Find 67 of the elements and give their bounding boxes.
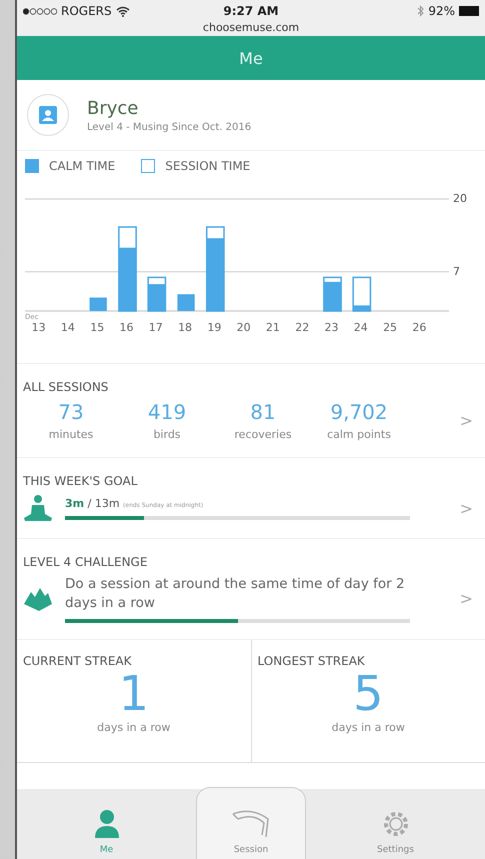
- stat-label: calm points: [327, 428, 391, 441]
- stat-value: 73: [58, 400, 84, 424]
- chevron-button[interactable]: >: [454, 498, 479, 518]
- stat-value: 419: [148, 400, 186, 424]
- wifi-icon: [116, 6, 130, 16]
- carrier: ROGERS: [61, 4, 112, 18]
- tab[interactable]: Settings: [306, 795, 485, 859]
- mountain-icon: [23, 586, 53, 612]
- x-tick-label: 14: [60, 321, 75, 334]
- x-tick-label: 16: [120, 321, 134, 334]
- x-tick-label: 17: [148, 321, 163, 334]
- stat-value: 81: [250, 400, 276, 424]
- chevron-button[interactable]: >: [454, 411, 479, 430]
- calm-bar: [90, 298, 107, 311]
- user-level: Level 4 - Musing Since Oct. 2016: [87, 122, 252, 132]
- headband-icon: [230, 809, 272, 839]
- battery-percent: 92%: [428, 4, 455, 18]
- avatar-icon: [27, 94, 69, 136]
- meditation-icon: [23, 494, 53, 522]
- x-tick-label: 21: [266, 321, 280, 334]
- x-tick-label: 24: [354, 321, 368, 334]
- person-icon: [94, 809, 120, 839]
- session-bar: [352, 276, 372, 312]
- streak-label: days in a row: [332, 720, 405, 734]
- x-tick-label: 19: [207, 321, 222, 334]
- calm-bar: [177, 294, 195, 311]
- legend-label: SESSION TIME: [165, 159, 250, 173]
- x-tick-label: 25: [383, 321, 398, 334]
- stat-label: birds: [153, 428, 181, 441]
- tab[interactable]: Me: [17, 795, 196, 859]
- status-time: 9:27 AM: [223, 4, 279, 18]
- streak-value: 5: [352, 668, 384, 721]
- challenge-text: Do a session at around the same time of day for 2 days in a row: [65, 575, 406, 613]
- x-tick-label: 13: [32, 321, 46, 334]
- section-title: LEVEL 4 CHALLENGE: [23, 555, 148, 569]
- streak-title: CURRENT STREAK: [23, 654, 132, 668]
- streak-label: days in a row: [97, 720, 170, 734]
- stat-label: recoveries: [234, 428, 292, 441]
- url-text: choosemuse.com: [202, 21, 300, 34]
- section-title: THIS WEEK'S GOAL: [23, 474, 138, 488]
- legend-label: CALM TIME: [49, 159, 116, 173]
- tab[interactable]: Session: [196, 787, 306, 859]
- page-title: Me: [239, 48, 263, 68]
- session-bar: [147, 276, 166, 312]
- x-tick-label: 15: [90, 321, 104, 334]
- x-tick-label: 23: [324, 321, 338, 334]
- streak-title: LONGEST STREAK: [258, 654, 365, 668]
- battery-icon: [458, 6, 479, 16]
- stat-value: 9,702: [330, 400, 388, 424]
- x-tick-label: 18: [178, 321, 192, 334]
- section-title: ALL SESSIONS: [23, 380, 110, 394]
- x-tick-label: 26: [412, 321, 426, 334]
- signal-icon: [23, 8, 57, 14]
- stat-label: minutes: [48, 428, 94, 441]
- y-tick-label: 7: [453, 264, 460, 278]
- bluetooth-icon: [417, 5, 424, 17]
- calm-bar: [353, 305, 370, 311]
- calm-bar: [148, 284, 166, 311]
- y-tick-label: 20: [453, 192, 467, 205]
- session-bar: [323, 276, 342, 312]
- x-tick-label: 20: [236, 321, 251, 334]
- legend-swatch: [25, 159, 39, 173]
- streak-value: 1: [118, 668, 150, 721]
- legend-swatch: [141, 159, 156, 173]
- chevron-button[interactable]: >: [454, 589, 479, 608]
- x-tick-label: 22: [295, 321, 310, 334]
- user-name: Bryce: [87, 98, 140, 118]
